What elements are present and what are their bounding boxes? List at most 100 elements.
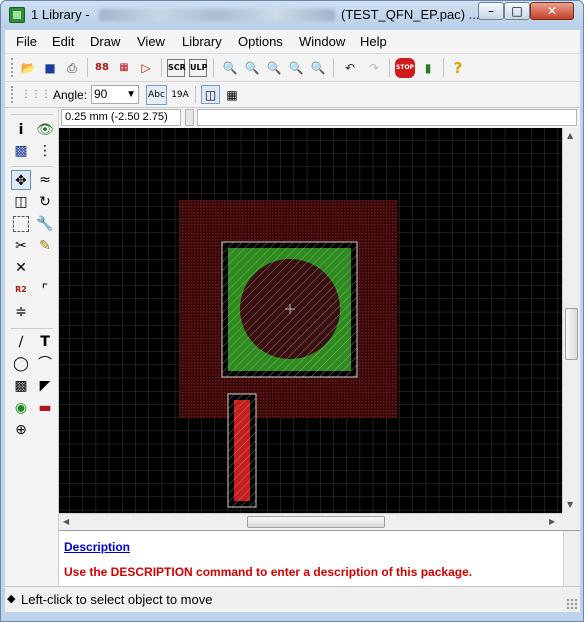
mirror-text-icon[interactable]: Abc <box>146 85 167 105</box>
align-grid-icon[interactable]: ◫ <box>201 85 220 104</box>
copy-icon[interactable]: ≈ <box>35 170 55 190</box>
board-icon[interactable]: ▦ <box>115 59 133 77</box>
coordinate-display: 0.25 mm (-2.50 2.75) <box>61 109 181 126</box>
zoom-fit-icon[interactable]: 🔍 <box>221 59 239 77</box>
rotate-icon[interactable]: ↻ <box>35 192 55 212</box>
text-icon[interactable]: T <box>35 332 55 352</box>
window-title-suffix: (TEST_QFN_EP.pac) ... <box>341 7 480 22</box>
tool-palette: i 👁 ▩ ⋮ ✥ ≈ ◫ ↻ 🔧 ✂ ✎ ✕ R2 ⌜ ≑ ∕ T ◯ ⌒ ▩… <box>5 108 59 586</box>
scroll-corner <box>562 513 580 530</box>
layout-canvas[interactable] <box>59 128 562 513</box>
smd-pad-hatch <box>228 394 256 507</box>
ulp-icon[interactable]: ULP <box>189 59 207 77</box>
zoom-in-icon[interactable]: 🔍 <box>243 59 261 77</box>
zoom-out-icon[interactable]: 🔍 <box>265 59 283 77</box>
palette-separator <box>11 166 53 167</box>
cut-scissors-icon[interactable]: ✂ <box>11 236 31 256</box>
group-icon[interactable] <box>13 216 29 232</box>
redo-icon[interactable]: ↷ <box>365 59 383 77</box>
vertical-scrollbar[interactable]: ▲ ▼ <box>562 128 580 513</box>
menu-library[interactable]: Library <box>182 34 222 49</box>
script-icon[interactable]: SCR <box>167 59 186 77</box>
scroll-right-icon[interactable]: ▶ <box>549 517 555 526</box>
rect-icon[interactable]: ▩ <box>11 376 31 396</box>
angle-select[interactable]: 90 ▼ <box>91 85 139 104</box>
schematic-icon[interactable]: ▷ <box>137 59 155 77</box>
move-icon[interactable]: ✥ <box>11 170 31 190</box>
eagle-app-icon[interactable] <box>9 7 25 23</box>
menu-options[interactable]: Options <box>238 34 283 49</box>
resize-grip[interactable] <box>566 598 578 610</box>
description-link[interactable]: Description <box>64 540 130 554</box>
scroll-down-icon[interactable]: ▼ <box>567 500 573 509</box>
menu-file[interactable]: File <box>16 34 37 49</box>
display-layers-icon[interactable]: ▩ <box>11 141 31 161</box>
package-drawing[interactable] <box>59 128 562 513</box>
window-title-prefix: 1 Library - <box>31 7 90 22</box>
mirror-icon[interactable]: ◫ <box>11 192 31 212</box>
hole-icon[interactable]: ⊕ <box>11 420 31 440</box>
maximize-button[interactable]: □ <box>504 2 530 20</box>
info-icon[interactable]: i <box>11 120 31 140</box>
toolbar-separator <box>333 58 334 77</box>
command-history-button[interactable] <box>185 109 194 126</box>
horizontal-scroll-thumb[interactable] <box>247 516 385 528</box>
redacted-path <box>99 9 335 21</box>
zoom-select-icon[interactable]: 🔍 <box>309 59 327 77</box>
angle-value: 90 <box>94 87 108 101</box>
close-button[interactable]: ✕ <box>530 2 574 20</box>
print-icon[interactable]: ⎙ <box>63 59 81 77</box>
menu-window[interactable]: Window <box>299 34 345 49</box>
toolbar-separator <box>87 58 88 77</box>
cam-processor-icon[interactable]: 88 <box>93 59 111 77</box>
menu-help[interactable]: Help <box>360 34 387 49</box>
circle-icon[interactable]: ◯ <box>11 354 31 374</box>
zoom-redraw-icon[interactable]: 🔍 <box>287 59 305 77</box>
status-bar: ◆ Left-click to select object to move <box>5 586 580 612</box>
minimize-icon: – <box>488 4 494 18</box>
polygon-icon[interactable]: ◤ <box>35 376 55 396</box>
spin-text-icon[interactable]: 19A <box>171 86 189 104</box>
mark-origin-icon[interactable]: ⋮ <box>35 141 55 161</box>
change-wrench-icon[interactable]: 🔧 <box>35 214 55 234</box>
palette-separator <box>11 114 53 115</box>
wire-line-icon[interactable]: ∕ <box>11 332 31 352</box>
help-question-icon[interactable]: ? <box>449 59 467 77</box>
name-icon[interactable]: R2 <box>11 280 31 300</box>
grid-dots-icon[interactable]: ⋮⋮⋮ <box>21 86 51 104</box>
miter-icon[interactable]: ⌜ <box>35 280 55 300</box>
maximize-icon: □ <box>511 4 523 18</box>
scroll-up-icon[interactable]: ▲ <box>567 131 573 140</box>
title-bar[interactable]: 1 Library - (TEST_QFN_EP.pac) ... – □ ✕ <box>1 1 583 29</box>
align-off-icon[interactable]: ▦ <box>223 86 241 104</box>
toolbar-separator <box>389 58 390 77</box>
undo-icon[interactable]: ↶ <box>341 59 359 77</box>
show-eye-icon[interactable]: 👁 <box>35 120 55 140</box>
scroll-left-icon[interactable]: ◀ <box>63 517 69 526</box>
chevron-down-icon: ▼ <box>126 89 136 100</box>
paste-icon[interactable]: ✎ <box>35 236 55 256</box>
open-folder-icon[interactable]: 📂 <box>19 59 37 77</box>
vertical-scroll-thumb[interactable] <box>565 308 578 360</box>
menu-edit[interactable]: Edit <box>52 34 74 49</box>
menu-view[interactable]: View <box>137 34 165 49</box>
delete-icon[interactable]: ✕ <box>11 258 31 278</box>
split-icon[interactable]: ≑ <box>11 302 31 322</box>
command-input[interactable] <box>197 109 577 126</box>
toolbar-grip[interactable] <box>11 58 15 77</box>
save-icon[interactable]: ■ <box>41 59 59 77</box>
coordinate-bar: 0.25 mm (-2.50 2.75) <box>59 108 580 128</box>
arc-icon[interactable]: ⌒ <box>35 354 55 374</box>
smd-icon[interactable]: ▬ <box>35 398 55 418</box>
horizontal-scrollbar[interactable]: ◀ ▶ <box>59 513 562 530</box>
description-message: Use the DESCRIPTION command to enter a d… <box>64 565 473 579</box>
menu-draw[interactable]: Draw <box>90 34 120 49</box>
go-icon[interactable]: ▮ <box>419 59 437 77</box>
description-scrollbar[interactable] <box>563 531 580 587</box>
toolbar-grip[interactable] <box>11 86 15 103</box>
minimize-button[interactable]: – <box>478 2 504 20</box>
main-toolbar: 📂 ■ ⎙ 88 ▦ ▷ SCR ULP 🔍 🔍 🔍 🔍 🔍 ↶ ↷ STOP … <box>5 54 580 82</box>
stop-icon[interactable]: STOP <box>395 58 415 78</box>
app-window: 1 Library - (TEST_QFN_EP.pac) ... – □ ✕ … <box>0 0 584 622</box>
pad-icon[interactable]: ◉ <box>11 398 31 418</box>
